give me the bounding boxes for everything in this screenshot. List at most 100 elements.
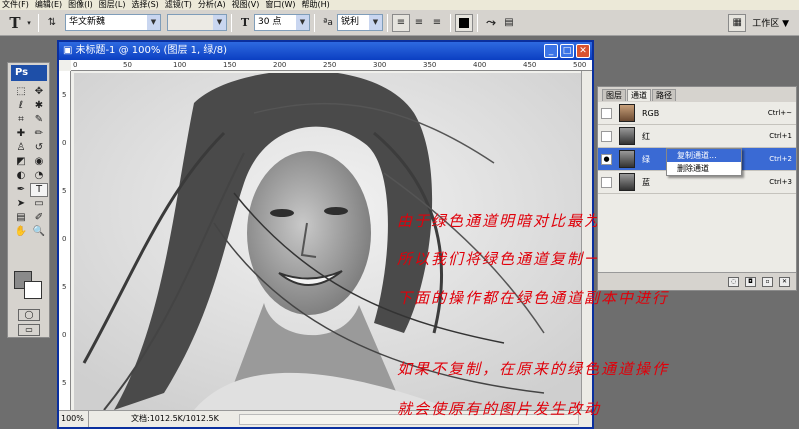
- hand-icon[interactable]: ✋: [12, 225, 30, 239]
- chevron-down-icon: ▼: [369, 15, 382, 30]
- eyedropper-icon[interactable]: ✐: [30, 211, 48, 225]
- panel-footer: ◌ ◘ ▫ ✕: [598, 272, 796, 290]
- workspace-button[interactable]: 工作区 ▼: [752, 16, 789, 29]
- bucket-icon[interactable]: ◉: [30, 155, 48, 169]
- menu-item[interactable]: 帮助(H): [302, 0, 330, 10]
- channel-shortcut: Ctrl+3: [769, 178, 792, 186]
- eye-icon[interactable]: [601, 108, 612, 119]
- eraser-icon[interactable]: ◩: [12, 155, 30, 169]
- move-icon[interactable]: ✥: [30, 85, 48, 99]
- maximize-icon[interactable]: □: [560, 44, 574, 58]
- pen-icon[interactable]: ✒: [12, 183, 30, 197]
- channel-name: 蓝: [642, 178, 650, 187]
- window-controls: _ □ ✕: [542, 44, 590, 58]
- warp-text-icon[interactable]: ⤳: [482, 14, 500, 32]
- minimize-icon[interactable]: _: [544, 44, 558, 58]
- history-brush-icon[interactable]: ↺: [30, 141, 48, 155]
- ruler-horizontal[interactable]: 0 50 100 150 200 250 300 350 400 450 500: [71, 60, 592, 71]
- background-color-swatch[interactable]: [24, 281, 42, 299]
- chevron-down-icon: ▼: [782, 19, 789, 29]
- menu-item[interactable]: 视图(V): [232, 0, 260, 10]
- ruler-vertical[interactable]: 5 0 5 0 5 0 5: [59, 71, 71, 410]
- font-style-select[interactable]: ▼: [167, 14, 227, 31]
- delete-channel-item[interactable]: 删除通道: [667, 162, 741, 175]
- menu-item[interactable]: 文件(F): [2, 0, 29, 10]
- align-right-icon[interactable]: ≡: [428, 14, 446, 32]
- crop-icon[interactable]: ⌗: [12, 113, 30, 127]
- text-orientation-icon[interactable]: ⇅: [43, 14, 61, 32]
- path-select-icon[interactable]: ➤: [12, 197, 30, 211]
- font-size-select[interactable]: 30 点 ▼: [254, 14, 310, 31]
- panel-tab[interactable]: 图层: [602, 89, 626, 101]
- shape-icon[interactable]: ▭: [30, 197, 48, 211]
- character-panel-icon[interactable]: ▤: [500, 14, 518, 32]
- eye-icon[interactable]: [601, 177, 612, 188]
- anti-alias-select[interactable]: 锐利 ▼: [337, 14, 383, 31]
- ruler-tick-label: 150: [223, 61, 237, 69]
- photoshop-logo: Ps: [11, 65, 47, 81]
- menu-item[interactable]: 窗口(W): [265, 0, 295, 10]
- ruler-tick-label: 5: [62, 283, 67, 291]
- ruler-tick-label: 400: [473, 61, 487, 69]
- trash-icon[interactable]: ✕: [779, 276, 790, 287]
- menu-item[interactable]: 图像(I): [68, 0, 93, 10]
- eye-icon[interactable]: ●: [601, 154, 612, 165]
- menu-item[interactable]: 滤镜(T): [165, 0, 192, 10]
- duplicate-channel-item[interactable]: 复制通道...: [667, 149, 741, 162]
- notes-icon[interactable]: ▤: [12, 211, 30, 225]
- separator: [231, 13, 232, 32]
- font-family-select[interactable]: 华文新魏 ▼: [65, 14, 161, 31]
- magic-wand-icon[interactable]: ✱: [30, 99, 48, 113]
- anti-alias-icon: ªa: [323, 17, 333, 28]
- channel-row[interactable]: RGB Ctrl+~: [598, 102, 796, 125]
- channel-name: 红: [642, 132, 650, 141]
- align-left-icon[interactable]: ≡: [392, 13, 410, 32]
- menu-item[interactable]: 图层(L): [99, 0, 126, 10]
- slice-icon[interactable]: ✎: [30, 113, 48, 127]
- annotation-line-2: 所以我们将绿色通道复制一份: [397, 250, 619, 268]
- ruler-tick-label: 0: [62, 331, 67, 339]
- menu-item[interactable]: 选择(S): [131, 0, 158, 10]
- channel-row[interactable]: 红 Ctrl+1: [598, 125, 796, 148]
- document-size[interactable]: 文档:1012.5K/1012.5K: [131, 411, 219, 427]
- tool-grid: ⬚ ✥ ℓ ✱ ⌗ ✎ ✚ ✏ ♙ ↺ ◩ ◉ ◐ ◔ ✒ T ➤ ▭ ▤ ✐ ✋ 🔍: [12, 85, 48, 239]
- text-color-swatch[interactable]: [455, 13, 473, 32]
- zoom-icon[interactable]: 🔍: [30, 225, 48, 239]
- quick-mask-icon[interactable]: ◯: [18, 309, 40, 321]
- save-selection-icon[interactable]: ◘: [745, 276, 756, 287]
- document-icon[interactable]: ▦: [728, 13, 747, 32]
- ruler-tick-label: 450: [523, 61, 537, 69]
- new-channel-icon[interactable]: ▫: [762, 276, 773, 287]
- channel-shortcut: Ctrl+2: [769, 155, 792, 163]
- document-title: 未标题-1 @ 100% (图层 1, 绿/8): [75, 45, 227, 56]
- channel-thumbnail: [619, 104, 635, 122]
- document-title-bar[interactable]: ▣ 未标题-1 @ 100% (图层 1, 绿/8) _ □ ✕: [59, 42, 592, 60]
- close-icon[interactable]: ✕: [576, 44, 590, 58]
- stamp-icon[interactable]: ♙: [12, 141, 30, 155]
- channel-thumbnail: [619, 173, 635, 191]
- chevron-down-icon[interactable]: ▾: [24, 14, 34, 32]
- brush-icon[interactable]: ✏: [30, 127, 48, 141]
- type-tool-preset-icon[interactable]: T: [6, 14, 24, 32]
- dodge-icon[interactable]: ◔: [30, 169, 48, 183]
- healing-icon[interactable]: ✚: [12, 127, 30, 141]
- align-center-icon[interactable]: ≡: [410, 14, 428, 32]
- blur-icon[interactable]: ◐: [12, 169, 30, 183]
- menu-item[interactable]: 编辑(E): [35, 0, 62, 10]
- panel-tab[interactable]: 路径: [652, 89, 676, 101]
- eye-icon[interactable]: [601, 131, 612, 142]
- channel-list: RGB Ctrl+~ 红 Ctrl+1 ● 绿 Ctrl+2 蓝 Ctrl+3: [598, 102, 796, 272]
- font-size-value: 30 点: [258, 17, 282, 27]
- type-icon[interactable]: T: [30, 183, 48, 197]
- zoom-level[interactable]: 100%: [61, 411, 89, 427]
- channel-name: 绿: [642, 155, 650, 164]
- menu-bar: 文件(F) 编辑(E) 图像(I) 图层(L) 选择(S) 滤镜(T) 分析(A) 视图(V)…: [0, 0, 799, 10]
- options-bar: T ▾ ⇅ 华文新魏 ▼ ▼ T 30 点 ▼ ªa 锐利 ▼ ≡ ≡ ≡ ⤳ ▤ ▦…: [0, 10, 799, 36]
- load-selection-icon[interactable]: ◌: [728, 276, 739, 287]
- screen-mode-icon[interactable]: ▭: [18, 324, 40, 336]
- marquee-icon[interactable]: ⬚: [12, 85, 30, 99]
- menu-item[interactable]: 分析(A): [198, 0, 226, 10]
- panel-tab[interactable]: 通道: [627, 89, 651, 101]
- lasso-icon[interactable]: ℓ: [12, 99, 30, 113]
- ruler-tick-label: 200: [273, 61, 287, 69]
